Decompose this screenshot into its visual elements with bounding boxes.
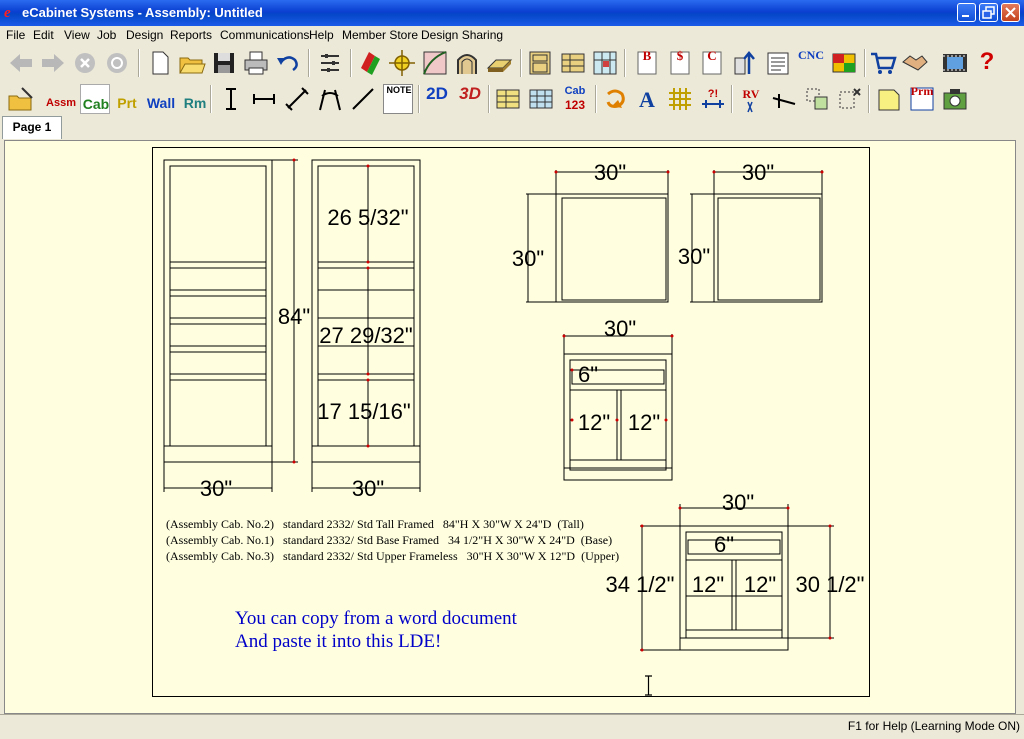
tall-width-dimension: 30" — [200, 476, 232, 501]
upper3-left-door-dimension: 12" — [578, 410, 610, 435]
upper-cabinet-2[interactable] — [690, 170, 823, 303]
tall-lower-dimension: 17 15/16" — [317, 399, 410, 424]
upper-cabinet-1[interactable] — [526, 170, 669, 303]
upper2-height-dimension: 30" — [678, 244, 710, 269]
tall-cabinet-front[interactable] — [163, 159, 273, 463]
assembly-note-2[interactable]: (Assembly Cab. No.1) standard 2332/ Std … — [166, 533, 612, 547]
base-drawer-dimension: 6" — [714, 532, 734, 557]
upper3-right-door-dimension: 12" — [628, 410, 660, 435]
upper2-width-dimension: 30" — [742, 160, 774, 185]
pasted-text-line-2[interactable]: And paste it into this LDE! — [235, 631, 441, 652]
upper1-width-dimension: 30" — [594, 160, 626, 185]
tall-mid-dimension: 27 29/32" — [319, 323, 412, 348]
upper3-drawer-dimension: 6" — [578, 362, 598, 387]
base-width-dimension: 30" — [722, 490, 754, 515]
cabinet-drawing: 30" 84" 30" 26 5/32" 27 29/32" 17 15/16"… — [163, 158, 865, 696]
upper-cabinet-3[interactable] — [563, 334, 673, 481]
base-left-door-dimension: 12" — [692, 572, 724, 597]
tall-height-dimension: 84" — [278, 304, 310, 329]
text-cursor-icon — [645, 675, 652, 696]
tall-upper-dimension: 26 5/32" — [327, 205, 408, 230]
assembly-note-3[interactable]: (Assembly Cab. No.3) standard 2332/ Std … — [166, 549, 619, 563]
pasted-text-line-1[interactable]: You can copy from a word document — [235, 608, 518, 629]
upper1-height-dimension: 30" — [512, 246, 544, 271]
status-bar: F1 for Help (Learning Mode ON) — [0, 714, 1024, 739]
base-left-height-dimension: 34 1/2" — [606, 572, 675, 597]
assembly-note-1[interactable]: (Assembly Cab. No.2) standard 2332/ Std … — [166, 517, 584, 531]
base-right-height-dimension: 30 1/2" — [796, 572, 865, 597]
status-text: F1 for Help (Learning Mode ON) — [847, 719, 1020, 733]
tall-side-width-dimension: 30" — [352, 476, 384, 501]
upper3-width-dimension: 30" — [604, 316, 636, 341]
base-right-door-dimension: 12" — [744, 572, 776, 597]
